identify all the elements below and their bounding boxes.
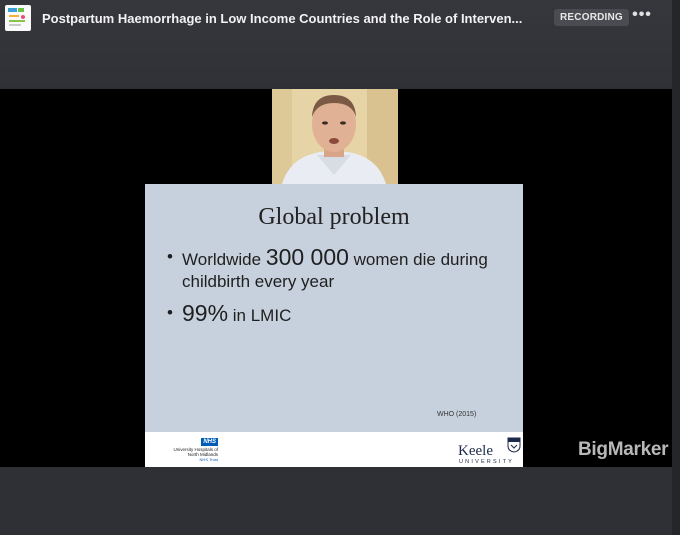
recording-badge: RECORDING bbox=[554, 9, 629, 26]
slide-title: Global problem bbox=[258, 204, 410, 230]
bottom-area bbox=[0, 467, 672, 535]
keele-crest-icon bbox=[507, 437, 521, 453]
presenter-webcam bbox=[272, 89, 398, 184]
bullet-1-prefix: Worldwide bbox=[182, 250, 266, 269]
nhs-organisation: University Hospitals of North Midlands bbox=[173, 447, 218, 457]
bullet-point-icon: • bbox=[167, 303, 173, 322]
presentation-stage: Global problem • Worldwide 300 000 women… bbox=[0, 89, 672, 467]
webinar-title: Postpartum Haemorrhage in Low Income Cou… bbox=[42, 11, 523, 26]
slide-citation: WHO (2015) bbox=[437, 411, 477, 418]
scrollbar[interactable] bbox=[672, 0, 680, 535]
presentation-slide: Global problem • Worldwide 300 000 women… bbox=[145, 184, 523, 467]
bullet-2-suffix: in LMIC bbox=[228, 306, 292, 325]
nhs-trust: NHS Trust bbox=[199, 457, 218, 462]
keele-subtitle: UNIVERSITY bbox=[459, 459, 515, 465]
top-bar: Postpartum Haemorrhage in Low Income Cou… bbox=[0, 0, 672, 88]
nhs-badge: NHS bbox=[201, 438, 218, 446]
slide-footer: NHS University Hospitals of North Midlan… bbox=[145, 432, 523, 467]
keele-wordmark: Keele bbox=[458, 443, 493, 459]
event-logo bbox=[5, 5, 31, 31]
bullet-2-figure: 99% bbox=[182, 300, 229, 326]
bullet-1-figure: 300 000 bbox=[265, 244, 349, 270]
keele-university-logo: Keele UNIVERSITY bbox=[458, 437, 522, 465]
nhs-logo: NHS University Hospitals of North Midlan… bbox=[170, 438, 218, 462]
bigmarker-watermark: BigMarker bbox=[578, 439, 669, 460]
more-options-icon[interactable]: ••• bbox=[630, 7, 654, 26]
bullet-point-icon: • bbox=[167, 247, 173, 266]
